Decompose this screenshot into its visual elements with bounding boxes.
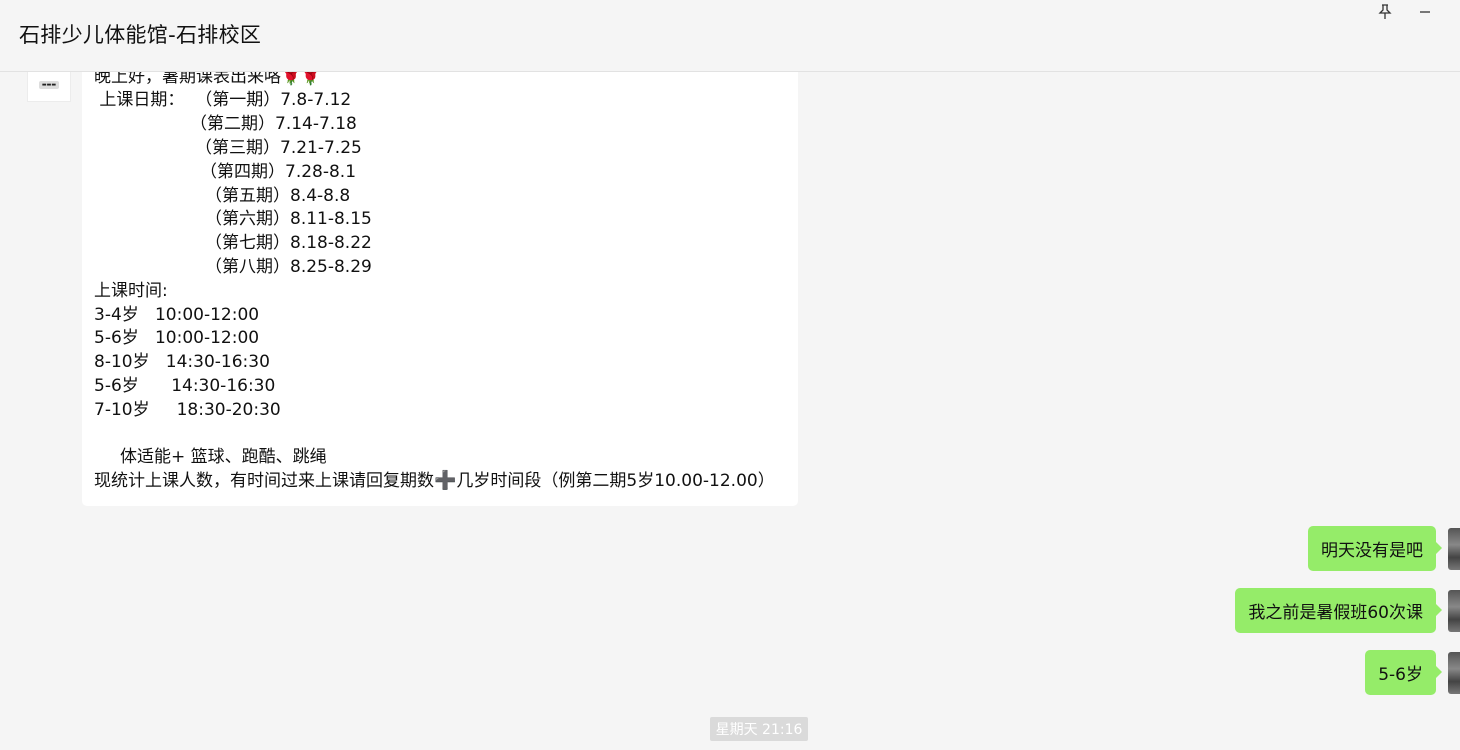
my-avatar[interactable] <box>1448 590 1460 632</box>
message-line-time-5: 7-10岁 18:30-20:30 <box>94 400 281 420</box>
reply-instruction-text: 现统计上课人数，有时间过来上课请回复期数 <box>94 471 434 491</box>
outgoing-message-bubble[interactable]: 5-6岁 <box>1365 650 1442 695</box>
incoming-message-bubble[interactable]: 晚上好，暑期课表出来咯🌹🌹 上课日期： （第一期）7.8-7.12 （第二期）7… <box>82 72 798 506</box>
message-line-greeting: 晚上好，暑期课表出来咯🌹🌹 <box>94 72 321 88</box>
message-line-courses: 体适能+ 篮球、跑酷、跳绳 <box>120 447 327 467</box>
sender-logo: ▬▬▬ <box>38 80 60 89</box>
outgoing-message-bubble[interactable]: 我之前是暑假班60次课 <box>1235 588 1442 633</box>
message-line-date-header: 上课日期： （第一期）7.8-7.12 <box>94 90 352 110</box>
outgoing-message-bubble[interactable]: 明天没有是吧 <box>1308 526 1442 571</box>
message-line-period-2: （第二期）7.14-7.18 <box>190 114 357 134</box>
reply-example-text: 几岁时间段（例第二期5岁10.00-12.00） <box>456 471 775 491</box>
message-line-period-6: （第六期）8.11-8.15 <box>205 209 372 229</box>
chat-title: 石排少儿体能馆-石排校区 <box>19 23 262 47</box>
pin-icon[interactable] <box>1373 2 1397 22</box>
message-line-time-2: 5-6岁 10:00-12:00 <box>94 328 260 348</box>
chat-message-area[interactable]: ▬▬▬ 晚上好，暑期课表出来咯🌹🌹 上课日期： （第一期）7.8-7.12 （第… <box>0 72 1460 750</box>
message-line-time-header: 上课时间: <box>94 281 168 301</box>
message-line-period-4: （第四期）7.28-8.1 <box>200 162 357 182</box>
greeting-text: 晚上好，暑期课表出来咯 <box>94 72 281 87</box>
title-bar: 石排少儿体能馆-石排校区 <box>0 0 1460 72</box>
message-line-reply-instruction: 现统计上课人数，有时间过来上课请回复期数➕几岁时间段（例第二期5岁10.00-1… <box>94 470 775 492</box>
minimize-icon[interactable] <box>1413 2 1437 22</box>
my-avatar[interactable] <box>1448 652 1460 694</box>
message-timestamp: 星期天 21:16 <box>710 717 808 741</box>
message-line-time-4: 5-6岁 14:30-16:30 <box>94 376 276 396</box>
rose-emoji-icon: 🌹🌹 <box>281 72 321 86</box>
message-line-period-8: （第八期）8.25-8.29 <box>205 257 372 277</box>
message-line-period-3: （第三期）7.21-7.25 <box>195 138 362 158</box>
plus-emoji-icon: ➕ <box>434 470 457 491</box>
message-line-period-7: （第七期）8.18-8.22 <box>205 233 372 253</box>
message-line-time-3: 8-10岁 14:30-16:30 <box>94 352 270 372</box>
sender-avatar[interactable]: ▬▬▬ <box>27 72 71 102</box>
message-line-period-5: （第五期）8.4-8.8 <box>205 186 351 206</box>
my-avatar[interactable] <box>1448 528 1460 570</box>
message-line-time-1: 3-4岁 10:00-12:00 <box>94 305 260 325</box>
